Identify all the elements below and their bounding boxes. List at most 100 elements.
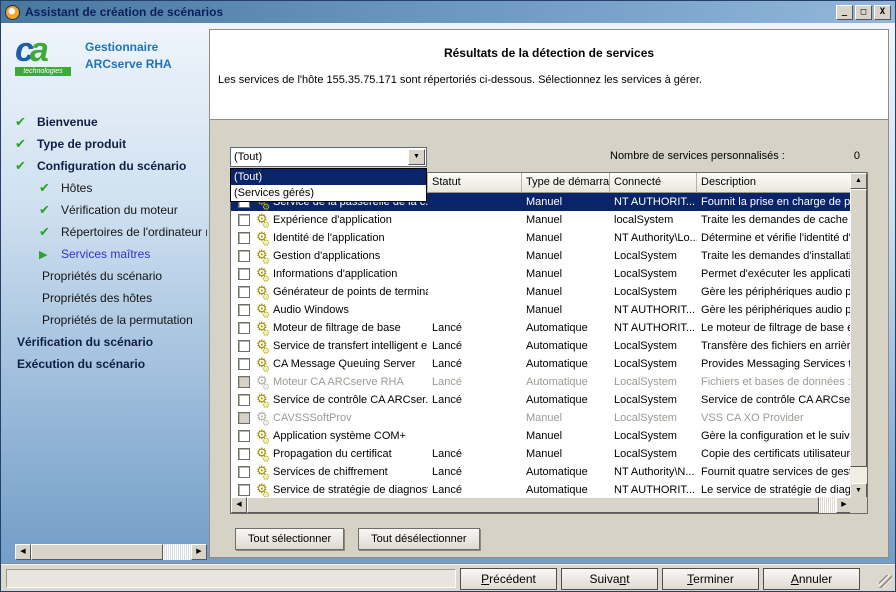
chevron-down-icon[interactable]: ▼ — [408, 149, 425, 165]
filter-option-label: (Services gérés) — [234, 187, 314, 199]
service-checkbox[interactable] — [238, 358, 250, 370]
wizard-step-item[interactable]: Type de produit — [7, 133, 207, 155]
filter-option[interactable]: (Services gérés) — [231, 185, 426, 201]
service-checkbox[interactable] — [238, 376, 250, 388]
wizard-step-item[interactable]: Bienvenue — [7, 111, 207, 133]
wizard-buttons: Précédent Suivant Terminer Annuler — [460, 568, 860, 590]
title-bar[interactable]: Assistant de création de scénarios _ □ X — [1, 1, 895, 23]
service-checkbox[interactable] — [238, 304, 250, 316]
table-row[interactable]: CAVSSSoftProv Manuel LocalSystem VSS CA … — [231, 409, 851, 427]
sidebar-scroll-thumb[interactable] — [31, 544, 163, 560]
table-horizontal-scrollbar[interactable]: ◀ ▶ — [231, 497, 852, 513]
column-header-connecte[interactable]: Connecté — [610, 173, 697, 193]
service-checkbox[interactable] — [238, 250, 250, 262]
service-name: Moteur CA ARCserve RHA — [273, 373, 404, 391]
sidebar-horizontal-scrollbar[interactable]: ◀ ▶ — [15, 544, 207, 560]
service-logon-account: LocalSystem — [610, 247, 697, 265]
service-checkbox[interactable] — [238, 484, 250, 496]
table-row[interactable]: Informations d'application Manuel LocalS… — [231, 265, 851, 283]
scroll-left-icon[interactable]: ◀ — [15, 544, 31, 560]
page-title: Résultats de la détection de services — [210, 46, 888, 60]
service-checkbox[interactable] — [238, 214, 250, 226]
table-body: Service de la passerelle de la c... Manu… — [231, 193, 851, 499]
wizard-step-item[interactable]: Services maîtres — [7, 243, 207, 265]
service-checkbox[interactable] — [238, 268, 250, 280]
deselect-all-button[interactable]: Tout désélectionner — [358, 528, 479, 550]
service-start-type: Manuel — [522, 301, 610, 319]
table-row[interactable]: Identité de l'application Manuel NT Auth… — [231, 229, 851, 247]
table-row[interactable]: Gestion d'applications Manuel LocalSyste… — [231, 247, 851, 265]
service-name: Expérience d'application — [273, 211, 392, 229]
resize-grip[interactable] — [879, 575, 892, 588]
wizard-step-item[interactable]: Propriétés de la permutation — [7, 309, 207, 331]
service-description: Le moteur de filtrage de base es — [697, 319, 859, 337]
table-row[interactable]: Moteur de filtrage de base Lancé Automat… — [231, 319, 851, 337]
service-checkbox[interactable] — [238, 232, 250, 244]
service-checkbox[interactable] — [238, 394, 250, 406]
table-row[interactable]: Propagation du certificat Lancé Manuel L… — [231, 445, 851, 463]
table-row[interactable]: Audio Windows Manuel NT AUTHORIT... Gère… — [231, 301, 851, 319]
wizard-step-item[interactable]: Hôtes — [7, 177, 207, 199]
wizard-step-item[interactable]: Propriétés du scénario — [7, 265, 207, 287]
service-start-type: Manuel — [522, 283, 610, 301]
table-row[interactable]: Moteur CA ARCserve RHA Lancé Automatique… — [231, 373, 851, 391]
minimize-button[interactable]: _ — [836, 5, 853, 20]
step-label: Hôtes — [61, 181, 92, 195]
table-row[interactable]: CA Message Queuing Server Lancé Automati… — [231, 355, 851, 373]
service-start-type: Manuel — [522, 247, 610, 265]
service-start-type: Manuel — [522, 427, 610, 445]
scroll-left-icon[interactable]: ◀ — [231, 497, 247, 513]
table-vscroll-thumb[interactable] — [850, 189, 867, 467]
service-logon-account: LocalSystem — [610, 391, 697, 409]
service-description: Traite les demandes de cache c — [697, 211, 857, 229]
step-label: Vérification du moteur — [61, 203, 178, 217]
table-row[interactable]: Application système COM+ Manuel LocalSys… — [231, 427, 851, 445]
wizard-nav-button[interactable]: Terminer — [662, 568, 759, 590]
service-filter-combobox[interactable]: (Tout) ▼ — [230, 147, 427, 167]
step-label: Propriétés du scénario — [42, 269, 162, 283]
table-row[interactable]: Expérience d'application Manuel localSys… — [231, 211, 851, 229]
wizard-step-item[interactable]: Répertoires de l'ordinateur maître — [7, 221, 207, 243]
wizard-step-item[interactable]: Propriétés des hôtes — [7, 287, 207, 309]
filter-option-label: (Tout) — [234, 171, 262, 183]
scroll-up-icon[interactable]: ▲ — [850, 173, 867, 189]
service-checkbox[interactable] — [238, 430, 250, 442]
service-logon-account: LocalSystem — [610, 283, 697, 301]
table-hscroll-track[interactable] — [819, 497, 836, 513]
table-row[interactable]: Service de transfert intelligent e... La… — [231, 337, 851, 355]
close-button[interactable]: X — [874, 5, 891, 20]
service-description: Transfère des fichiers en arrière- — [697, 337, 860, 355]
service-checkbox[interactable] — [238, 448, 250, 460]
service-checkbox[interactable] — [238, 286, 250, 298]
wizard-step-item[interactable]: Configuration du scénario — [7, 155, 207, 177]
wizard-nav-button[interactable]: Annuler — [763, 568, 860, 590]
table-row[interactable]: Service de contrôle CA ARCser... Lancé A… — [231, 391, 851, 409]
service-checkbox[interactable] — [238, 412, 250, 424]
service-logon-account: LocalSystem — [610, 373, 697, 391]
filter-selected-value: (Tout) — [231, 151, 408, 163]
sidebar-scroll-track[interactable] — [163, 544, 191, 560]
maximize-button[interactable]: □ — [855, 5, 872, 20]
service-gear-icon — [256, 374, 273, 390]
table-vertical-scrollbar[interactable]: ▲ ▼ — [850, 173, 867, 499]
service-logon-account: LocalSystem — [610, 337, 697, 355]
table-hscroll-thumb[interactable] — [247, 497, 819, 513]
table-row[interactable]: Générateur de points de termina... Manue… — [231, 283, 851, 301]
wizard-step-item[interactable]: Exécution du scénario — [7, 353, 207, 375]
table-row[interactable]: Services de chiffrement Lancé Automatiqu… — [231, 463, 851, 481]
filter-option[interactable]: (Tout) — [231, 169, 426, 185]
service-checkbox[interactable] — [238, 340, 250, 352]
scroll-right-icon[interactable]: ▶ — [191, 544, 207, 560]
wizard-step-item[interactable]: Vérification du moteur — [7, 199, 207, 221]
service-statut — [428, 427, 522, 445]
column-header-type[interactable]: Type de démarrage — [522, 173, 610, 193]
table-vscroll-track[interactable] — [850, 467, 867, 483]
wizard-nav-button[interactable]: Suivant — [561, 568, 658, 590]
wizard-nav-button[interactable]: Précédent — [460, 568, 557, 590]
column-header-description[interactable]: Description — [697, 173, 851, 193]
service-checkbox[interactable] — [238, 466, 250, 478]
column-header-statut[interactable]: Statut — [428, 173, 522, 193]
wizard-step-item[interactable]: Vérification du scénario — [7, 331, 207, 353]
select-all-button[interactable]: Tout sélectionner — [235, 528, 344, 550]
service-checkbox[interactable] — [238, 322, 250, 334]
